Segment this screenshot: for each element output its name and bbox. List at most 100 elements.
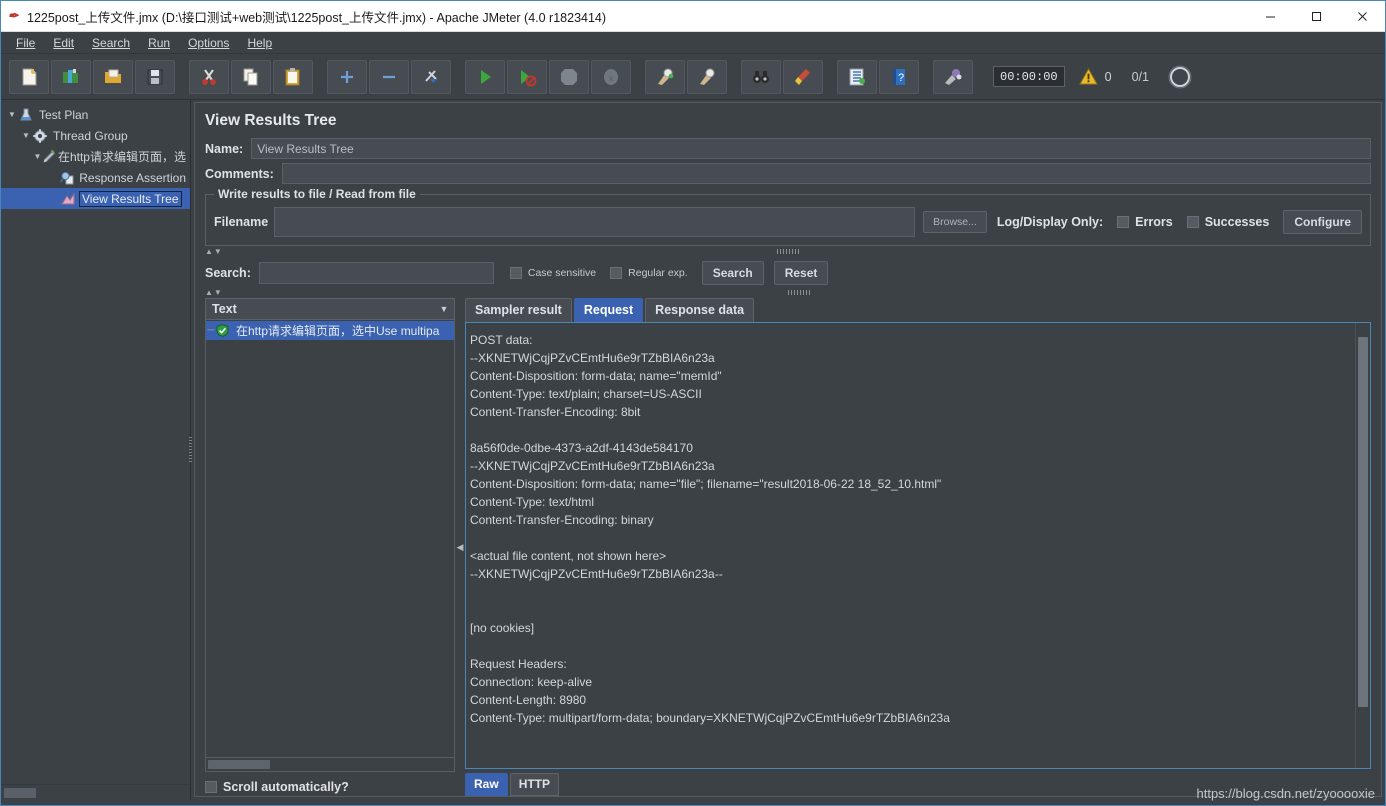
menu-file-label: File (16, 35, 36, 50)
split-grip-icon[interactable] (777, 249, 799, 254)
split-grip-icon[interactable] (788, 290, 810, 295)
grid-sphere-icon[interactable] (1167, 64, 1193, 90)
split-left-arrow-icon[interactable]: ◀ (457, 542, 464, 553)
tree-item-view-results-tree[interactable]: View Results Tree (1, 188, 190, 209)
menu-search-label: Search (92, 35, 131, 50)
tree-panel-split-handle[interactable] (187, 100, 194, 800)
maximize-icon[interactable] (1293, 1, 1339, 32)
request-line (470, 421, 1349, 439)
menu-bar: File Edit Search Run Options Help (1, 32, 1385, 54)
request-line: --XKNETWjCqjPZvCEmtHu6e9rTZbBIA6n23a-- (470, 567, 723, 581)
new-button[interactable] (9, 59, 49, 94)
search-button[interactable] (741, 59, 781, 94)
tab-raw[interactable]: Raw (465, 773, 508, 796)
results-list[interactable]: ─ 在http请求编辑页面，选中Use multipa (205, 320, 455, 758)
menu-file[interactable]: File (7, 34, 44, 52)
start-button[interactable] (465, 59, 505, 94)
cut-button[interactable] (189, 59, 229, 94)
twisty-icon[interactable]: ▼ (5, 110, 19, 119)
regular-exp-checkbox[interactable] (610, 267, 623, 279)
detail-tabs-column: Sampler result Request Response data POS… (465, 298, 1371, 796)
results-list-column: Text ▼ ─ 在http请求编辑页面，选中Use multipa Scrol… (205, 298, 455, 796)
function-helper-button[interactable] (837, 59, 877, 94)
menu-run[interactable]: Run (139, 34, 179, 52)
errors-checkbox[interactable] (1117, 216, 1130, 228)
name-row: Name: View Results Tree (195, 138, 1381, 163)
tree-item-thread-group[interactable]: ▼ Thread Group (1, 125, 190, 146)
menu-edit[interactable]: Edit (44, 34, 83, 52)
expand-all-button[interactable] (327, 59, 367, 94)
log-display-only-label: Log/Display Only: (996, 215, 1104, 229)
scroll-automatically-checkbox[interactable] (205, 780, 217, 793)
copy-button[interactable] (231, 59, 271, 94)
toolbar: x ? 00:00:00 0 0/1 (1, 54, 1385, 100)
results-area: Text ▼ ─ 在http请求编辑页面，选中Use multipa Scrol… (195, 298, 1381, 796)
warning-indicator[interactable]: 0 (1078, 67, 1112, 86)
tree-connector-icon: ─ (207, 325, 215, 336)
results-split-handle[interactable]: ◀ (455, 298, 465, 796)
write-results-group: Write results to file / Read from file F… (205, 187, 1371, 246)
watermark-text: https://blog.csdn.net/zyooooxie (1196, 786, 1375, 801)
twisty-icon[interactable]: ▼ (33, 152, 42, 161)
results-horizontal-scrollbar[interactable] (205, 758, 455, 772)
case-sensitive-checkbox[interactable] (509, 267, 522, 279)
warning-count: 0 (1104, 69, 1112, 84)
comments-input[interactable] (281, 163, 1371, 184)
renderer-dropdown[interactable]: Text ▼ (205, 298, 455, 320)
configure-button[interactable]: Configure (1283, 210, 1362, 234)
tab-http[interactable]: HTTP (509, 773, 560, 796)
open-button[interactable] (93, 59, 133, 94)
twisty-icon[interactable]: ▼ (19, 131, 33, 140)
remote-start-button[interactable] (933, 59, 973, 94)
request-line (470, 583, 1349, 601)
search-input[interactable] (258, 262, 494, 284)
successes-checkbox[interactable] (1186, 216, 1199, 228)
reset-button[interactable]: Reset (773, 261, 829, 285)
tab-response-data[interactable]: Response data (645, 298, 755, 322)
close-icon[interactable] (1339, 1, 1385, 32)
stop-button[interactable] (549, 59, 589, 94)
regular-exp-label: Regular exp. (628, 267, 688, 279)
request-text[interactable]: POST data: --XKNETWjCqjPZvCEmtHu6e9rTZbB… (466, 323, 1355, 768)
tree-item-http-request[interactable]: ▼ 在http请求编辑页面，选 (1, 146, 190, 167)
search-button[interactable]: Search (701, 261, 764, 285)
detail-tabs: Sampler result Request Response data (465, 298, 1371, 322)
write-results-group-title: Write results to file / Read from file (214, 187, 420, 201)
svg-text:x: x (609, 74, 613, 83)
scrollbar-thumb[interactable] (4, 788, 36, 798)
scrollbar-thumb[interactable] (1358, 337, 1368, 707)
chevron-down-icon[interactable]: ▼ (434, 304, 454, 314)
upper-split-bar[interactable]: ▲▼ (195, 246, 1381, 257)
filename-input[interactable] (274, 207, 916, 237)
menu-options[interactable]: Options (179, 34, 238, 52)
list-item[interactable]: ─ 在http请求编辑页面，选中Use multipa (206, 321, 454, 340)
tab-request[interactable]: Request (573, 298, 644, 322)
browse-button[interactable]: Browse... (923, 211, 987, 233)
collapse-all-button[interactable] (369, 59, 409, 94)
tab-sampler-result[interactable]: Sampler result (465, 298, 572, 322)
shutdown-button[interactable]: x (591, 59, 631, 94)
menu-help[interactable]: Help (238, 34, 281, 52)
clear-all-button[interactable] (687, 59, 727, 94)
search-reset-button[interactable] (783, 59, 823, 94)
filename-row: Filename Browse... Log/Display Only: Err… (214, 207, 1362, 237)
save-button[interactable] (135, 59, 175, 94)
clear-button[interactable] (645, 59, 685, 94)
split-collapse-arrows-icon[interactable]: ▲▼ (205, 247, 223, 256)
name-input[interactable]: View Results Tree (251, 138, 1371, 159)
help-button[interactable]: ? (879, 59, 919, 94)
tree-item-label: Response Assertion (79, 170, 186, 185)
toggle-button[interactable] (411, 59, 451, 94)
start-no-pauses-button[interactable] (507, 59, 547, 94)
menu-search[interactable]: Search (83, 34, 139, 52)
scrollbar-thumb[interactable] (208, 760, 270, 769)
tree-item-test-plan[interactable]: ▼ Test Plan (1, 104, 190, 125)
tree-item-response-assertion[interactable]: Response Assertion (1, 167, 190, 188)
paste-button[interactable] (273, 59, 313, 94)
lower-split-bar[interactable]: ▲▼ (195, 287, 1381, 298)
templates-button[interactable] (51, 59, 91, 94)
minimize-icon[interactable] (1247, 1, 1293, 32)
request-vertical-scrollbar[interactable] (1355, 323, 1370, 768)
split-collapse-arrows-icon[interactable]: ▲▼ (205, 288, 223, 297)
tree-horizontal-scrollbar[interactable] (1, 784, 190, 800)
